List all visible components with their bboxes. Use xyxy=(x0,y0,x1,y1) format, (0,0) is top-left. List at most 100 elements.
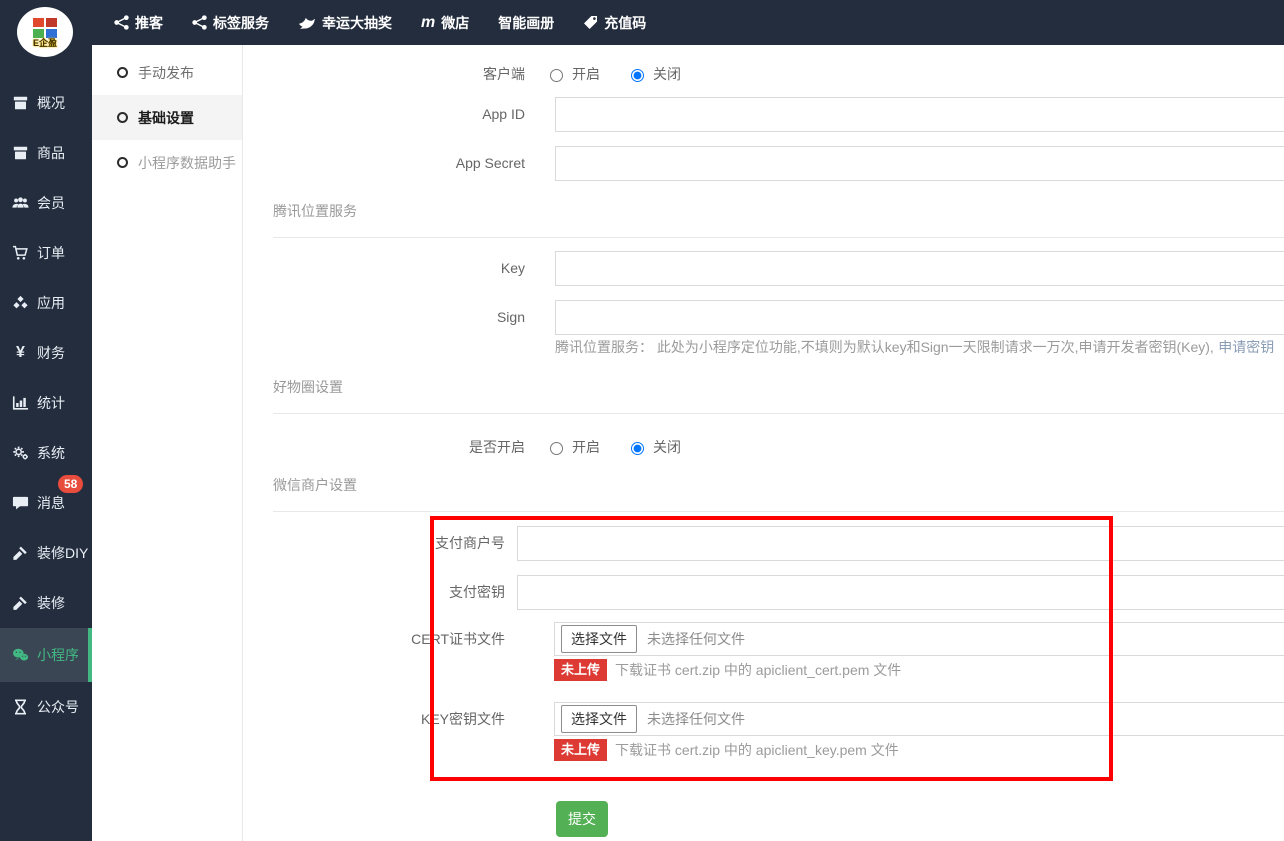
sidebar-item-label: 系统 xyxy=(37,443,65,463)
users-icon xyxy=(12,195,29,211)
subnav-item-manual-publish[interactable]: 手动发布 xyxy=(92,50,242,95)
cert-hint-text: 下载证书 cert.zip 中的 apiclient_cert.pem 文件 xyxy=(615,660,901,680)
pay-key-label: 支付密钥 xyxy=(243,575,505,610)
sidebar-item-label: 装修 xyxy=(37,593,65,613)
sidebar-item-label: 财务 xyxy=(37,343,65,363)
section-title-merchant: 微信商户设置 xyxy=(273,477,1284,512)
sign-input[interactable] xyxy=(555,300,1284,335)
key-file-input[interactable]: 选择文件 未选择任何文件 xyxy=(554,702,1284,736)
key-label: Key xyxy=(243,251,525,286)
sidebar-item-deco[interactable]: 装修 xyxy=(0,578,92,628)
sidebar-item-finance[interactable]: ¥ 财务 xyxy=(0,328,92,378)
enable-label: 是否开启 xyxy=(243,432,525,462)
sidebar-item-goods[interactable]: 商品 xyxy=(0,128,92,178)
key-not-uploaded-badge: 未上传 xyxy=(554,739,607,761)
sign-hint-text: 腾讯位置服务： 此处为小程序定位功能,不填则为默认key和Sign一天限制请求一… xyxy=(555,339,1214,355)
sidebar-item-stats[interactable]: 统计 xyxy=(0,378,92,428)
sidebar-item-label: 应用 xyxy=(37,293,65,313)
circle-icon xyxy=(117,157,128,168)
radio-option-label: 关闭 xyxy=(653,64,681,84)
share-icon xyxy=(114,15,129,30)
key-input[interactable] xyxy=(555,251,1284,286)
apply-key-link[interactable]: 申请密钥 xyxy=(1218,339,1274,355)
sidebar-item-members[interactable]: 会员 xyxy=(0,178,92,228)
sidebar-item-mini-program[interactable]: 小程序 xyxy=(0,628,92,682)
radio-option-label: 开启 xyxy=(572,437,600,457)
circle-icon xyxy=(117,112,128,123)
client-radio-on-option[interactable]: 开启 xyxy=(545,64,600,84)
enable-radio-on-option[interactable]: 开启 xyxy=(545,437,600,457)
subnav-item-label: 基础设置 xyxy=(138,108,194,128)
merchant-id-row: 支付商户号 xyxy=(243,526,1284,561)
circle-icon xyxy=(117,67,128,78)
m-icon: m xyxy=(421,16,435,30)
subnav-item-basic-settings[interactable]: 基础设置 xyxy=(92,95,242,140)
sidebar-item-label: 公众号 xyxy=(37,697,79,717)
topnav-item-smart-album[interactable]: 智能画册 xyxy=(498,13,554,33)
key-file-label: KEY密钥文件 xyxy=(243,702,505,736)
yen-icon: ¥ xyxy=(12,344,29,362)
topnav-item-lucky-draw[interactable]: 幸运大抽奖 xyxy=(298,13,392,33)
topnav-item-micro-store[interactable]: m 微店 xyxy=(421,13,469,33)
archive-box-icon xyxy=(12,95,29,111)
topnav-item-label: 充值码 xyxy=(604,13,646,33)
client-radio-on[interactable] xyxy=(550,69,563,82)
cert-status-row: 未上传 下载证书 cert.zip 中的 apiclient_cert.pem … xyxy=(554,659,901,681)
sidebar-item-label: 装修DIY xyxy=(37,543,88,563)
enable-radio-off[interactable] xyxy=(631,442,644,455)
topnav-item-promoter[interactable]: 推客 xyxy=(114,13,163,33)
radio-option-label: 关闭 xyxy=(653,437,681,457)
sidebar-item-apps[interactable]: 应用 xyxy=(0,278,92,328)
message-count-badge: 58 xyxy=(58,475,83,493)
merchant-id-input[interactable] xyxy=(517,526,1284,561)
cert-file-label: CERT证书文件 xyxy=(243,622,505,656)
primary-sidebar: E企盈 概况 商品 会员 订单 应用 ¥ 财务 统计 xyxy=(0,0,92,841)
sidebar-item-overview[interactable]: 概况 xyxy=(0,78,92,128)
app-secret-input[interactable] xyxy=(555,146,1284,181)
client-label: 客户端 xyxy=(243,59,525,89)
topnav-item-recharge-code[interactable]: 充值码 xyxy=(583,13,646,33)
sidebar-item-system[interactable]: 系统 xyxy=(0,428,92,478)
topnav-item-label: 微店 xyxy=(441,13,469,33)
dove-icon xyxy=(298,15,316,30)
enable-radio-on[interactable] xyxy=(550,442,563,455)
client-radio-off[interactable] xyxy=(631,69,644,82)
sidebar-item-official-account[interactable]: 公众号 xyxy=(0,682,92,732)
enable-radio-off-option[interactable]: 关闭 xyxy=(626,437,681,457)
subnav-item-mini-program-data-helper[interactable]: 小程序数据助手 xyxy=(92,140,242,185)
pay-key-input[interactable] xyxy=(517,575,1284,610)
sign-hint-row: 腾讯位置服务： 此处为小程序定位功能,不填则为默认key和Sign一天限制请求一… xyxy=(555,337,1275,357)
sidebar-item-deco-diy[interactable]: 装修DIY xyxy=(0,528,92,578)
cert-choose-file-button[interactable]: 选择文件 xyxy=(561,625,637,653)
share-icon xyxy=(192,15,207,30)
app-secret-row: App Secret xyxy=(243,146,1284,181)
cert-file-input[interactable]: 选择文件 未选择任何文件 xyxy=(554,622,1284,656)
enable-setting-row: 是否开启 开启 关闭 xyxy=(243,432,1284,462)
sign-row: Sign xyxy=(243,300,1284,335)
app-id-input[interactable] xyxy=(555,97,1284,132)
enable-radio-group: 开启 关闭 xyxy=(545,432,681,462)
section-title-haowuquan: 好物圈设置 xyxy=(273,379,1284,414)
cart-icon xyxy=(12,245,29,261)
submit-button[interactable]: 提交 xyxy=(556,801,608,837)
app-id-row: App ID xyxy=(243,97,1284,132)
key-row: Key xyxy=(243,251,1284,286)
sidebar-item-label: 订单 xyxy=(37,243,65,263)
logo-mark-icon xyxy=(33,18,57,38)
topnav-item-tag-service[interactable]: 标签服务 xyxy=(192,13,269,33)
topnav-item-label: 推客 xyxy=(135,13,163,33)
sidebar-item-label: 小程序 xyxy=(37,645,79,665)
cubes-icon xyxy=(12,295,29,311)
sidebar-item-orders[interactable]: 订单 xyxy=(0,228,92,278)
ticket-icon xyxy=(583,15,598,30)
app-logo[interactable]: E企盈 xyxy=(17,7,73,57)
sidebar-item-messages[interactable]: 消息 58 xyxy=(0,478,92,528)
app-id-label: App ID xyxy=(243,97,525,132)
sidebar-item-label: 商品 xyxy=(37,143,65,163)
cert-no-file-text: 未选择任何文件 xyxy=(647,629,745,649)
logo-text: E企盈 xyxy=(33,38,57,48)
key-hint-text: 下载证书 cert.zip 中的 apiclient_key.pem 文件 xyxy=(615,740,899,760)
product-box-icon xyxy=(12,145,29,161)
key-choose-file-button[interactable]: 选择文件 xyxy=(561,705,637,733)
client-radio-off-option[interactable]: 关闭 xyxy=(626,64,681,84)
